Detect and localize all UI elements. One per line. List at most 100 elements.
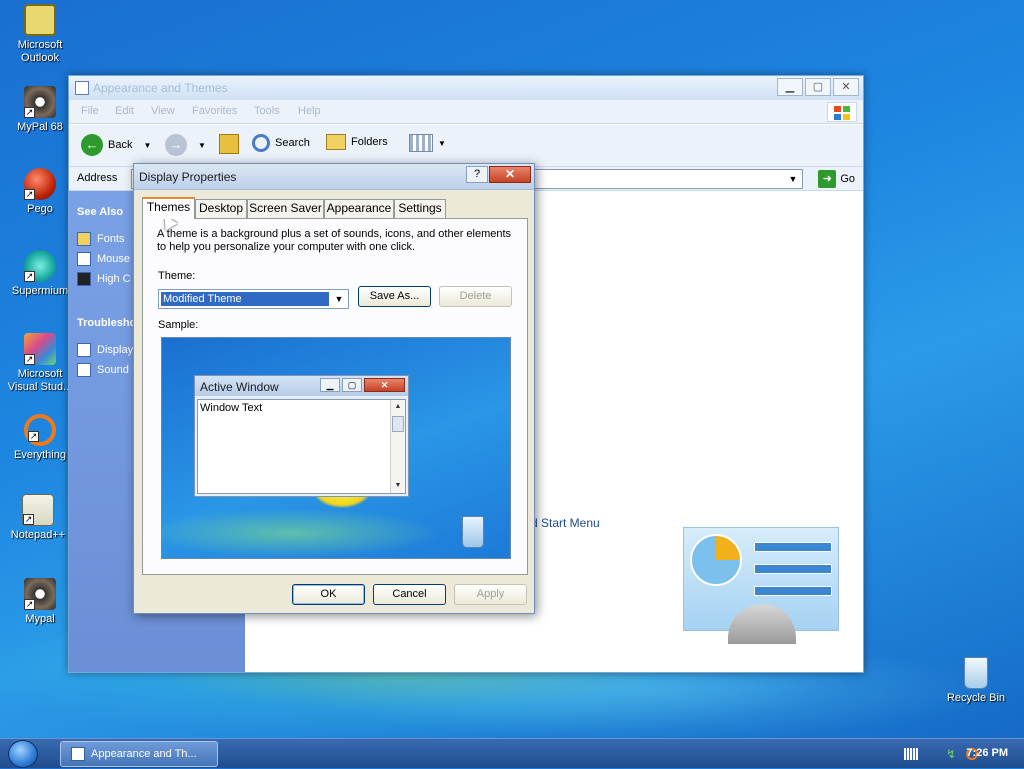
dialog-close-button[interactable]: ✕	[489, 166, 531, 183]
chevron-down-icon[interactable]: ▼	[198, 141, 206, 150]
theme-select[interactable]: Modified Theme ▼	[158, 289, 349, 309]
sample-close-icon: ✕	[364, 378, 405, 392]
shortcut-arrow-icon: ↗	[23, 514, 34, 525]
desktop-icon-mypal68[interactable]: ↗ MyPal 68	[5, 86, 75, 134]
help-icon	[77, 363, 91, 377]
desktop-icon-outlook[interactable]: Microsoft Outlook	[5, 4, 75, 65]
views-icon	[409, 134, 433, 152]
sample-minimize-icon: ▁	[320, 378, 340, 392]
tab-themes[interactable]: Themes	[142, 197, 195, 219]
sidebar-item-high-contrast[interactable]: High C	[77, 272, 131, 286]
chevron-down-icon[interactable]: ▼	[143, 141, 151, 150]
help-button[interactable]: ?	[466, 166, 488, 183]
tab-desktop[interactable]: Desktop	[195, 199, 247, 218]
windows-logo-icon	[827, 102, 857, 122]
sidebar-item-mouse[interactable]: Mouse	[77, 252, 130, 266]
high-contrast-icon	[77, 272, 91, 286]
mouse-illustration-icon	[728, 604, 796, 644]
folders-label: Folders	[351, 136, 388, 148]
start-button[interactable]	[8, 740, 38, 768]
desktop-icon-visual-studio[interactable]: ↗ Microsoft Visual Stud...	[5, 333, 75, 394]
sidebar-item-label: High C	[97, 273, 131, 285]
sidebar-item-display[interactable]: Display	[77, 343, 133, 357]
theme-description: A theme is a background plus a set of so…	[157, 228, 512, 253]
explorer-title-bar[interactable]: Appearance and Themes ▁ ▢ ✕	[69, 76, 863, 100]
desktop-icon-everything[interactable]: ↗ Everything	[5, 414, 75, 462]
theme-select-value: Modified Theme	[161, 292, 329, 306]
minimize-button[interactable]: ▁	[777, 78, 803, 96]
sidebar-item-sound[interactable]: Sound	[77, 363, 129, 377]
desktop-icon-label: MyPal 68	[17, 121, 63, 133]
close-button[interactable]: ✕	[833, 78, 859, 96]
forward-button[interactable]: → ▼	[165, 134, 206, 156]
keyboard-icon[interactable]	[904, 748, 918, 760]
raccoon-icon: ↗	[24, 86, 56, 118]
up-button[interactable]	[219, 134, 239, 154]
desktop-icon-recycle-bin[interactable]: Recycle Bin	[941, 657, 1011, 705]
fonts-folder-icon	[77, 232, 91, 246]
folder-up-icon	[219, 134, 239, 154]
back-button[interactable]: ← Back ▼	[81, 134, 151, 156]
theme-label: Theme:	[158, 270, 196, 282]
sidebar-item-fonts[interactable]: Fonts	[77, 232, 125, 246]
cancel-button[interactable]: Cancel	[373, 584, 446, 605]
shortcut-arrow-icon: ↗	[24, 271, 35, 282]
toolbar: ← Back ▼ → ▼ Search Folders ▼	[69, 125, 863, 167]
troubleshooters-heading: Troublesho	[77, 317, 137, 329]
address-label: Address	[77, 172, 118, 184]
delete-button[interactable]: Delete	[439, 286, 512, 307]
desktop-icon-pego[interactable]: ↗ Pego	[5, 168, 75, 216]
themes-panel: A theme is a background plus a set of so…	[142, 218, 528, 575]
back-label: Back	[108, 139, 133, 151]
clock[interactable]: 7:26 PM	[966, 747, 1008, 759]
tab-screen-saver[interactable]: Screen Saver	[247, 199, 324, 218]
network-icon[interactable]: ↯	[946, 748, 960, 760]
sidebar-item-label: Mouse	[97, 253, 131, 265]
sample-maximize-icon: ▢	[342, 378, 362, 392]
taskbar-item-label: Appearance and Th...	[91, 748, 197, 760]
control-panel-icon	[75, 81, 89, 95]
search-label: Search	[275, 137, 310, 149]
sample-active-window: Active Window ▁ ▢ ✕ Window Text ▲ ▼	[194, 375, 409, 497]
desktop-icon-supermium[interactable]: ↗ Supermium	[5, 250, 75, 298]
shortcut-arrow-icon: ↗	[24, 599, 35, 610]
taskbar-item-appearance[interactable]: Appearance and Th...	[60, 741, 218, 767]
maximize-button[interactable]: ▢	[805, 78, 831, 96]
sidebar-item-label: Display	[97, 344, 134, 356]
notepadpp-icon: ↗	[22, 494, 54, 526]
desktop-icon-label: Mypal	[25, 613, 55, 625]
menu-tools[interactable]: Tools	[254, 105, 280, 117]
desktop-icon-label: Pego	[27, 203, 53, 215]
ok-button[interactable]: OK	[292, 584, 365, 605]
folders-button[interactable]: Folders	[326, 134, 388, 150]
supermium-icon: ↗	[24, 250, 56, 282]
tab-settings[interactable]: Settings	[394, 199, 446, 218]
go-button[interactable]: ➜ Go	[818, 170, 855, 188]
chevron-down-icon: ▼	[438, 138, 446, 148]
search-button[interactable]: Search	[252, 134, 310, 152]
dialog-title-bar[interactable]: Display Properties ? ✕	[134, 164, 534, 190]
desktop-icon-notepadpp[interactable]: ↗ Notepad++	[3, 494, 73, 542]
start-menu-link[interactable]: d Start Menu	[531, 516, 600, 530]
tab-appearance[interactable]: Appearance	[324, 199, 394, 218]
menu-help[interactable]: Help	[298, 105, 321, 117]
apply-button[interactable]: Apply	[454, 584, 527, 605]
taskbar: Appearance and Th... ↯ 7:26 PM	[0, 738, 1024, 768]
views-button[interactable]: ▼	[409, 134, 446, 152]
desktop-icon-label: Supermium	[11, 285, 69, 297]
shortcut-arrow-icon: ↗	[24, 354, 35, 365]
menu-view[interactable]: View	[151, 105, 175, 117]
help-icon	[77, 343, 91, 357]
menu-file[interactable]: File	[81, 105, 99, 117]
menu-edit[interactable]: Edit	[115, 105, 134, 117]
folder-icon	[326, 134, 346, 150]
chevron-down-icon[interactable]: ▼	[331, 291, 347, 307]
chevron-down-icon[interactable]: ▼	[784, 170, 802, 188]
save-as-button[interactable]: Save As...	[358, 286, 431, 307]
sample-window-title: Active Window	[200, 380, 279, 394]
sidebar-item-label: Fonts	[97, 233, 125, 245]
desktop-icon-mypal[interactable]: ↗ Mypal	[5, 578, 75, 626]
scroll-thumb	[392, 416, 404, 432]
menu-favorites[interactable]: Favorites	[192, 105, 237, 117]
dialog-title: Display Properties	[139, 170, 237, 184]
